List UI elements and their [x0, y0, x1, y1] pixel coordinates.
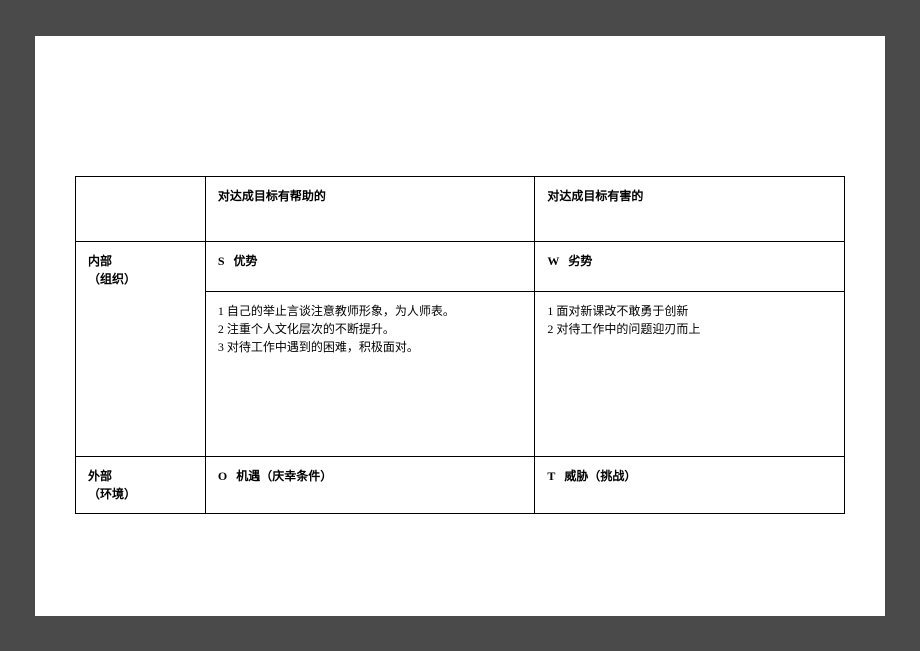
header-harmful-cell: 对达成目标有害的	[535, 176, 845, 241]
external-sublabel: （环境）	[88, 485, 193, 503]
internal-label-row: 内部 （组织） S 优势 W 劣势	[76, 241, 845, 291]
document-page: 对达成目标有帮助的 对达成目标有害的 内部 （组织） S 优势 W 劣势 1 自…	[35, 36, 885, 616]
threats-code: T	[547, 469, 555, 483]
header-empty-cell	[76, 176, 206, 241]
table-header-row: 对达成目标有帮助的 对达成目标有害的	[76, 176, 845, 241]
strengths-label: 优势	[234, 254, 258, 268]
strengths-content-cell: 1 自己的举止言谈注意教师形象，为人师表。 2 注重个人文化层次的不断提升。 3…	[205, 291, 535, 456]
weaknesses-code: W	[547, 254, 559, 268]
weaknesses-label-cell: W 劣势	[535, 241, 845, 291]
opportunities-label: 机遇（庆幸条件）	[236, 469, 332, 483]
strengths-code: S	[218, 254, 225, 268]
weaknesses-label: 劣势	[568, 254, 592, 268]
external-label-cell: 外部 （环境）	[76, 456, 206, 513]
external-label: 外部	[88, 469, 112, 483]
internal-label-cell: 内部 （组织）	[76, 241, 206, 456]
threats-label-cell: T 威胁（挑战）	[535, 456, 845, 513]
swot-table: 对达成目标有帮助的 对达成目标有害的 内部 （组织） S 优势 W 劣势 1 自…	[75, 176, 845, 514]
threats-label: 威胁（挑战）	[564, 469, 636, 483]
weaknesses-content-cell: 1 面对新课改不敢勇于创新 2 对待工作中的问题迎刃而上	[535, 291, 845, 456]
opportunities-label-cell: O 机遇（庆幸条件）	[205, 456, 535, 513]
internal-label: 内部	[88, 254, 112, 268]
opportunities-code: O	[218, 469, 227, 483]
internal-sublabel: （组织）	[88, 270, 193, 288]
strengths-label-cell: S 优势	[205, 241, 535, 291]
external-label-row: 外部 （环境） O 机遇（庆幸条件） T 威胁（挑战）	[76, 456, 845, 513]
header-helpful-cell: 对达成目标有帮助的	[205, 176, 535, 241]
